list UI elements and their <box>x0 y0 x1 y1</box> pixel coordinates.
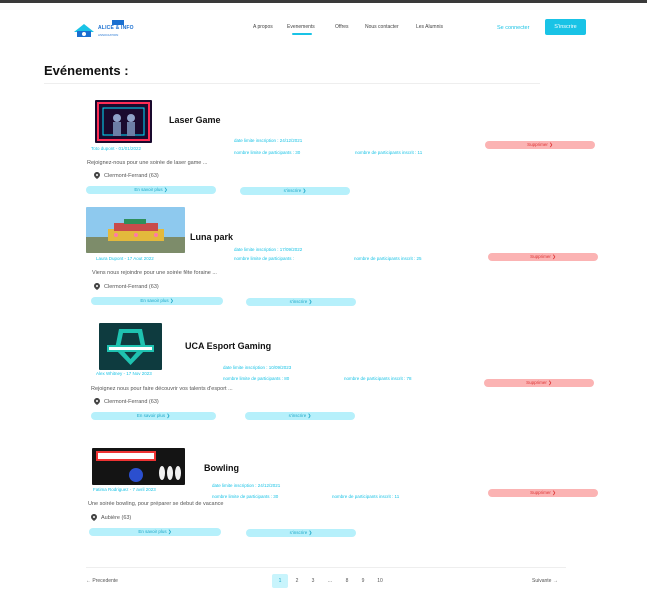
event-deadline: date limite inscription : 17/09/2022 <box>234 247 303 252</box>
page-link-8[interactable]: 8 <box>339 574 355 588</box>
page-title: Evénements : <box>44 63 129 78</box>
event-image-laser-game[interactable] <box>95 100 152 143</box>
event-author-date: Alex Whitney - 17 Nov 2023 <box>96 371 152 376</box>
delete-button[interactable]: Supprimer ❯ <box>488 489 598 497</box>
location-pin-icon <box>91 514 97 521</box>
location-pin-icon <box>94 283 100 290</box>
event-participant-limit: nombre limite de participants : <box>234 256 295 261</box>
event-description: Rejoignez-nous pour une soirée de laser … <box>87 160 208 166</box>
event-participant-limit: nombre limite de participants : 30 <box>212 494 279 499</box>
event-participant-limit: nombre limite de participants : 80 <box>223 376 290 381</box>
event-deadline: date limite inscription : 24/12/2021 <box>234 138 303 143</box>
event-author-date: Laura Dupont - 17 Aout 2022 <box>96 256 154 261</box>
page-link-10[interactable]: 10 <box>372 574 388 588</box>
learn-more-button[interactable]: En savoir plus ❯ <box>91 412 216 420</box>
arrow-left-icon: ← <box>86 578 91 584</box>
pagination-next-label: Suivante <box>532 578 552 584</box>
delete-button[interactable]: Supprimer ❯ <box>485 141 595 149</box>
nav-events[interactable]: Evenements <box>287 24 315 30</box>
page-link-2[interactable]: 2 <box>289 574 305 588</box>
event-participants-registered: nombre de participants inscrit : 25 <box>354 256 422 261</box>
delete-button[interactable]: Supprimer ❯ <box>484 379 594 387</box>
event-location: Clermont-Ferrand (63) <box>94 172 159 179</box>
logo-text: ALICE & INFO <box>98 25 134 31</box>
pagination-previous-label: Precedente <box>92 578 118 584</box>
event-image-bowling[interactable] <box>92 448 185 485</box>
learn-more-button[interactable]: En savoir plus ❯ <box>91 297 223 305</box>
event-location-text: Clermont-Ferrand (63) <box>104 172 159 179</box>
event-location-text: Clermont-Ferrand (63) <box>104 283 159 290</box>
learn-more-button[interactable]: En savoir plus ❯ <box>86 186 216 194</box>
subscribe-button[interactable]: s'inscrire ❯ <box>246 529 356 537</box>
event-description: Une soirée bowling, pour préparer se deb… <box>88 501 224 507</box>
event-participants-registered: nombre de participants inscrit : 11 <box>355 150 423 155</box>
event-title[interactable]: UCA Esport Gaming <box>185 341 271 351</box>
nav-offers[interactable]: Offres <box>335 24 349 30</box>
event-location: Clermont-Ferrand (63) <box>94 398 159 405</box>
nav-about[interactable]: A propos <box>253 24 273 30</box>
event-title[interactable]: Luna park <box>190 232 233 242</box>
event-location: Clermont-Ferrand (63) <box>94 283 159 290</box>
logo-subtitle: ASSOCIATION <box>98 33 119 37</box>
page-link-3[interactable]: 3 <box>305 574 321 588</box>
event-participants-registered: nombre de participants inscrit : 11 <box>332 494 400 499</box>
event-deadline: date limite inscription : 10/09/2023 <box>223 365 292 370</box>
event-author-date: Toto dupont - 01/01/2022 <box>91 146 142 151</box>
top-border <box>0 0 647 3</box>
event-description: Rejoignez nous pour faire découvrir vos … <box>91 386 233 392</box>
pagination-next[interactable]: Suivante → <box>532 578 558 584</box>
event-title[interactable]: Laser Game <box>169 115 221 125</box>
event-participant-limit: nombre limite de participants : 30 <box>234 150 301 155</box>
subscribe-button[interactable]: s'inscrire ❯ <box>245 412 355 420</box>
pagination-divider <box>86 567 566 568</box>
arrow-right-icon: → <box>552 578 558 584</box>
page-link-9[interactable]: 9 <box>355 574 371 588</box>
login-link[interactable]: Se connecter <box>497 25 529 31</box>
event-author-date: Fatima Rodriguez - 7 avril 2023 <box>93 487 156 492</box>
event-participants-registered: nombre de participants inscrit : 78 <box>344 376 412 381</box>
pagination-previous[interactable]: ← Precedente <box>86 578 118 584</box>
event-image-uca-esport[interactable] <box>99 323 162 370</box>
signup-button[interactable]: S'inscrire <box>545 19 586 35</box>
delete-button[interactable]: Supprimer ❯ <box>488 253 598 261</box>
learn-more-button[interactable]: En savoir plus ❯ <box>89 528 221 536</box>
event-title[interactable]: Bowling <box>204 463 239 473</box>
subscribe-button[interactable]: s'inscrire ❯ <box>246 298 356 306</box>
subscribe-button[interactable]: s'inscrire ❯ <box>240 187 350 195</box>
page-link-1[interactable]: 1 <box>272 574 288 588</box>
event-image-luna-park[interactable] <box>86 207 185 253</box>
nav-active-indicator <box>292 33 312 35</box>
event-location-text: Clermont-Ferrand (63) <box>104 398 159 405</box>
location-pin-icon <box>94 172 100 179</box>
divider <box>44 83 540 84</box>
nav-contact[interactable]: Nous contacter <box>365 24 399 30</box>
location-pin-icon <box>94 398 100 405</box>
event-location: Aubière (63) <box>91 514 131 521</box>
event-location-text: Aubière (63) <box>101 514 132 521</box>
event-description: Viens nous rejoindre pour une soirée fêt… <box>92 270 217 276</box>
event-deadline: date limite inscription : 24/12/2021 <box>212 483 281 488</box>
nav-alumni[interactable]: Les Alumnis <box>416 24 443 30</box>
page-ellipsis: ... <box>327 578 333 584</box>
